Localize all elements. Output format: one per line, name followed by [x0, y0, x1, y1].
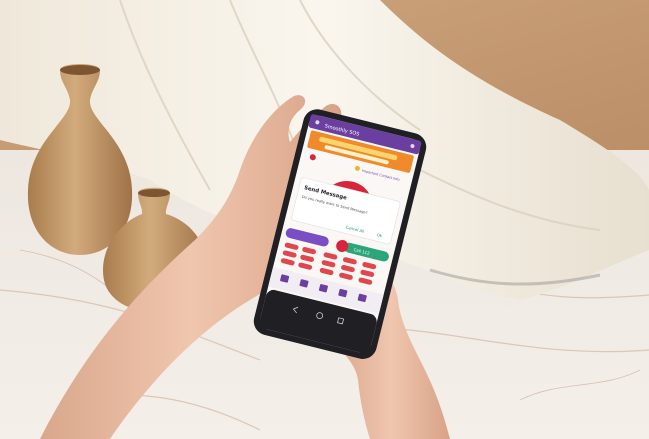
photo-scene: Smoothly SOS Important Contact Info Send…: [0, 0, 649, 439]
